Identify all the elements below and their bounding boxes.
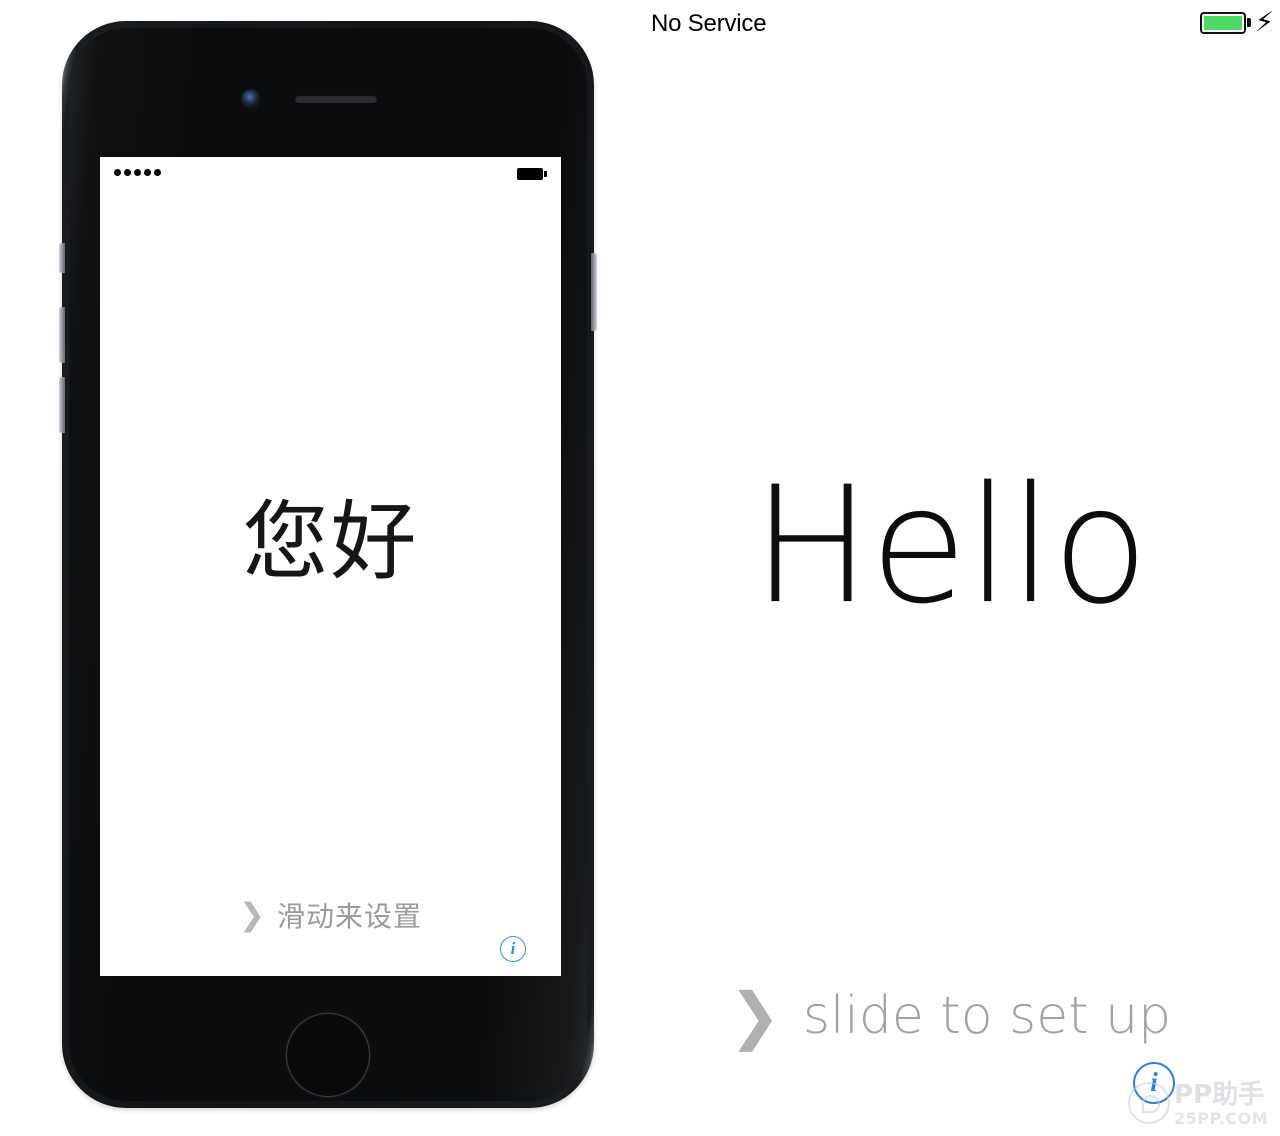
hello-greeting-text: Hello [752,452,1148,640]
setup-panel: Hello ❯ slide to set up i [620,0,1280,1136]
volume-up-button[interactable] [59,307,65,363]
slide-to-setup[interactable]: ❯ slide to set up [620,985,1280,1047]
slide-to-setup-label: slide to set up [802,986,1172,1046]
watermark-brand: PP助手 [1174,1080,1265,1110]
signal-dot [134,169,141,176]
battery-full-dark-icon [517,168,543,180]
signal-dot [144,169,151,176]
power-button[interactable] [591,253,597,331]
signal-dot [124,169,131,176]
ios-status-bar [100,157,561,191]
signal-dot [114,169,121,176]
watermark: PP助手 25PP.COM [1128,1080,1280,1136]
phone-slide-to-setup[interactable]: ❯ 滑动来设置 [100,895,561,935]
phone-screen[interactable]: 您好 ❯ 滑动来设置 i [100,157,561,976]
pp-logo-inner [1142,1095,1160,1113]
signal-dot [154,169,161,176]
pp-logo-icon [1128,1082,1170,1124]
mute-switch[interactable] [59,243,65,273]
phone-greeting-text: 您好 [242,492,419,592]
phone-body: 您好 ❯ 滑动来设置 i [69,28,587,1101]
volume-down-button[interactable] [59,377,65,433]
battery-cap [544,171,547,177]
info-icon[interactable]: i [500,936,526,962]
front-camera-icon [242,90,259,107]
chevron-right-icon: ❯ [239,896,265,933]
chevron-right-icon: ❯ [728,979,781,1052]
phone-slide-label: 滑动来设置 [276,900,422,933]
home-button[interactable] [286,1013,370,1097]
earpiece-speaker-icon [295,95,377,103]
watermark-domain: 25PP.COM [1174,1109,1269,1128]
iphone-device: 您好 ❯ 滑动来设置 i [59,21,597,1108]
signal-strength-icon [114,169,161,176]
